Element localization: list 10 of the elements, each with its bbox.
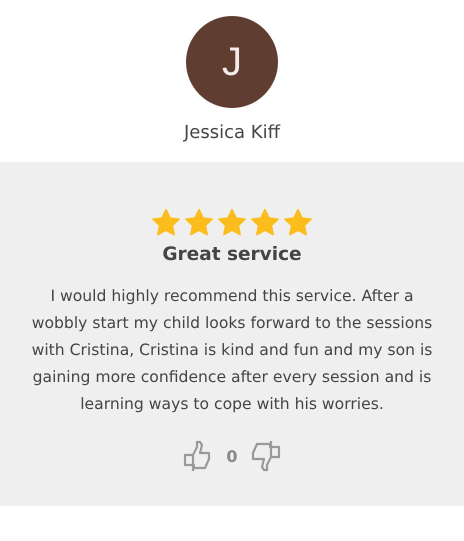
- vote-count: 0: [226, 446, 238, 466]
- star-icon: [183, 208, 215, 238]
- star-icon: [150, 208, 182, 238]
- star-icon: [282, 208, 314, 238]
- review-title: Great service: [162, 244, 302, 265]
- star-icon: [249, 208, 281, 238]
- avatar: J: [186, 16, 278, 108]
- star-icon: [216, 208, 248, 238]
- reviewer-name: Jessica Kiff: [184, 122, 280, 143]
- review-text: I would highly recommend this service. After a wobbly start my child looks forward to the sessions with Cristina, Cristina is kind and fun and my son is gaining more confidence after every session and is learning ways to cope with his worries.: [30, 286, 434, 415]
